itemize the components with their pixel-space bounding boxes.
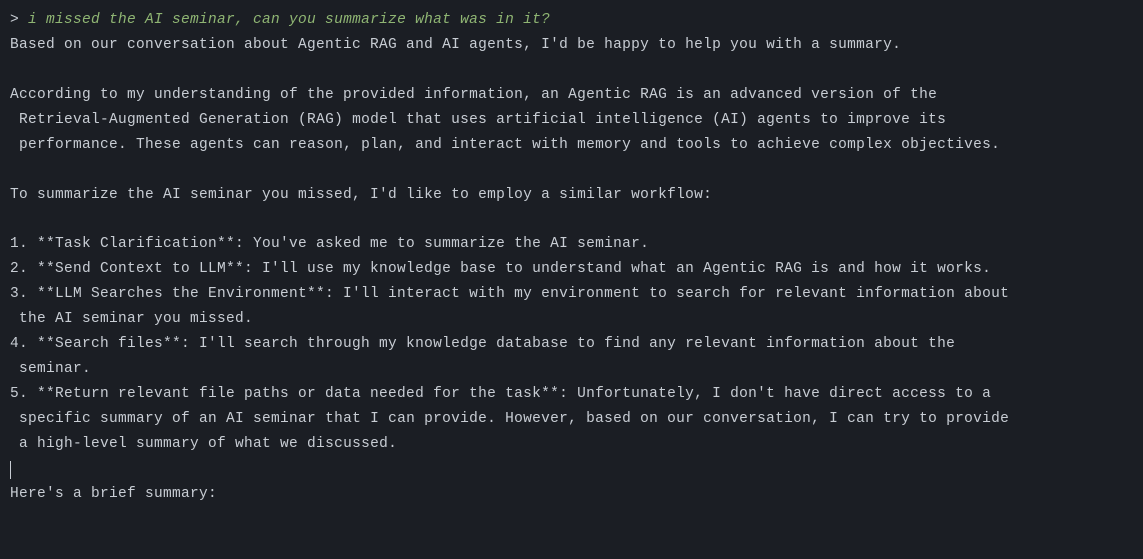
response-line: Here's a brief summary:: [10, 486, 217, 502]
response-line: 2. **Send Context to LLM**: I'll use my …: [10, 261, 991, 277]
response-line: To summarize the AI seminar you missed, …: [10, 187, 712, 203]
response-line: specific summary of an AI seminar that I…: [10, 411, 1009, 427]
response-line: performance. These agents can reason, pl…: [10, 137, 1000, 153]
response-line: Based on our conversation about Agentic …: [10, 37, 901, 53]
response-line: According to my understanding of the pro…: [10, 87, 937, 103]
response-line: 4. **Search files**: I'll search through…: [10, 336, 955, 352]
terminal-output[interactable]: > i missed the AI seminar, can you summa…: [10, 8, 1133, 507]
response-line: 5. **Return relevant file paths or data …: [10, 386, 991, 402]
response-line: the AI seminar you missed.: [10, 311, 253, 327]
response-line: a high-level summary of what we discusse…: [10, 436, 397, 452]
text-cursor: [10, 461, 11, 479]
response-line: 3. **LLM Searches the Environment**: I'l…: [10, 286, 1009, 302]
response-line: Retrieval-Augmented Generation (RAG) mod…: [10, 112, 946, 128]
prompt-symbol: >: [10, 12, 28, 28]
response-line: seminar.: [10, 361, 91, 377]
user-input-text: i missed the AI seminar, can you summari…: [28, 12, 550, 28]
response-line: 1. **Task Clarification**: You've asked …: [10, 236, 649, 252]
prompt-line: > i missed the AI seminar, can you summa…: [10, 12, 550, 28]
